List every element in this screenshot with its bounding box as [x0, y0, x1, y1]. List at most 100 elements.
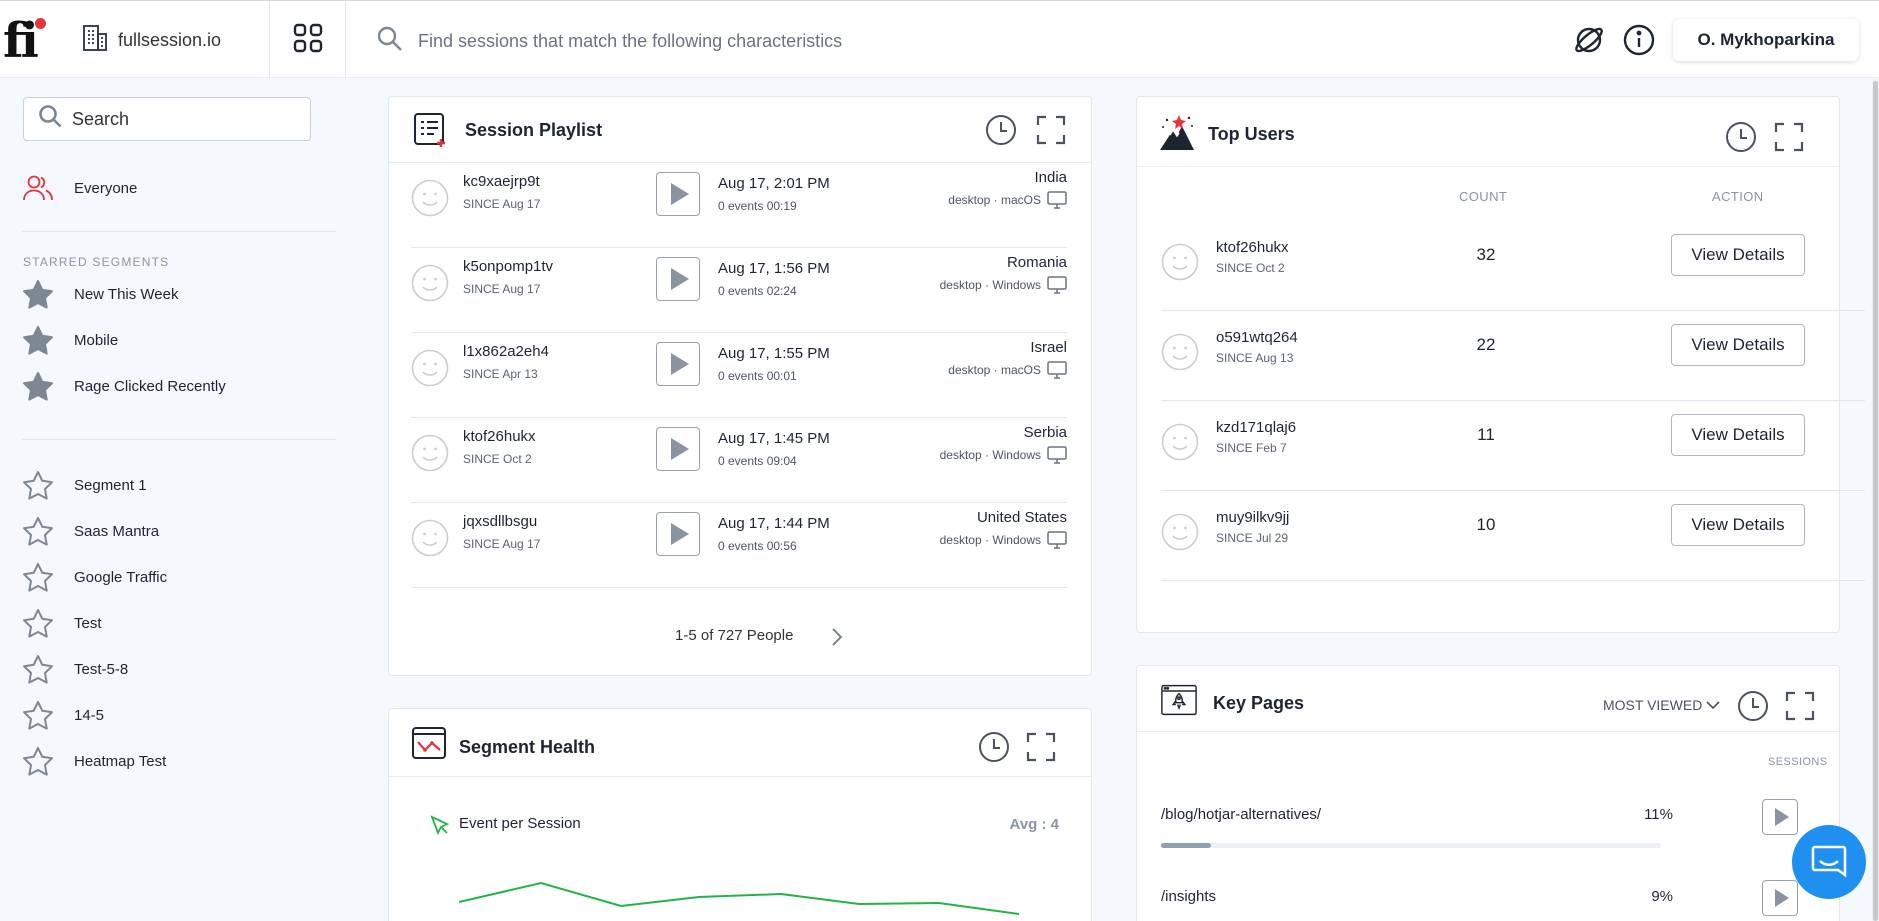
top-user-row: kzd171qlaj6 SINCE Feb 7 11 View Details [1161, 401, 1865, 491]
session-row[interactable]: kc9xaejrp9t SINCE Aug 17 Aug 17, 2:01 PM… [411, 163, 1067, 248]
sidebar-item-mobile[interactable]: Mobile [22, 325, 118, 355]
sidebar-item-everyone[interactable]: Everyone [22, 173, 137, 203]
clock-icon[interactable] [983, 112, 1019, 148]
play-button[interactable] [1762, 880, 1798, 916]
column-header-action: ACTION [1712, 189, 1764, 204]
top-user-since: SINCE Jul 29 [1216, 531, 1289, 545]
key-page-path[interactable]: /blog/hotjar-alternatives/ [1161, 806, 1321, 823]
sidebar-item-label: Everyone [74, 179, 138, 197]
monitor-icon [1047, 446, 1067, 464]
sidebar-item-test[interactable]: Test [22, 608, 102, 638]
session-user-id[interactable]: ktof26hukx [463, 428, 536, 445]
star-filled-icon [22, 371, 54, 401]
session-playlist-card: Session Playlist kc9xaejrp9t SINCE Aug 1… [388, 96, 1092, 676]
session-country: United States [976, 509, 1067, 526]
sidebar-item-14-5[interactable]: 14-5 [22, 700, 104, 730]
view-details-button[interactable]: View Details [1671, 234, 1805, 276]
session-country: Israel [1030, 339, 1067, 356]
sidebar: Everyone STARRED SEGMENTS New This Week … [0, 79, 360, 921]
fullscreen-icon[interactable] [1771, 119, 1807, 155]
sidebar-item-segment-1[interactable]: Segment 1 [22, 470, 147, 500]
top-user-id[interactable]: kzd171qlaj6 [1216, 419, 1296, 436]
chat-icon [1811, 845, 1847, 878]
play-button[interactable] [656, 342, 700, 386]
view-details-button[interactable]: View Details [1671, 414, 1805, 456]
sidebar-item-label: Rage Clicked Recently [74, 377, 226, 395]
chevron-right-icon[interactable] [825, 625, 849, 649]
session-user-id[interactable]: l1x862a2eh4 [463, 343, 549, 360]
event-per-session-chart [459, 881, 1019, 915]
fullscreen-icon[interactable] [1023, 729, 1059, 765]
health-chart-icon [411, 725, 447, 761]
session-events: 0 events 00:19 [718, 199, 797, 213]
session-country: Serbia [1023, 424, 1067, 441]
sidebar-item-saas-mantra[interactable]: Saas Mantra [22, 516, 159, 546]
page-scrollbar[interactable] [1872, 79, 1879, 921]
user-menu-button[interactable]: O. Mykhoparkina [1673, 19, 1859, 61]
view-details-button[interactable]: View Details [1671, 324, 1805, 366]
sidebar-item-google-traffic[interactable]: Google Traffic [22, 562, 167, 592]
top-user-row: o591wtq264 SINCE Aug 13 22 View Details [1161, 311, 1865, 401]
card-title: Session Playlist [465, 120, 603, 140]
top-user-id[interactable]: o591wtq264 [1216, 329, 1298, 346]
app-logo[interactable]: fi [3, 17, 46, 65]
sidebar-item-new-this-week[interactable]: New This Week [22, 279, 178, 309]
play-icon [671, 183, 689, 205]
global-search-input[interactable] [418, 30, 1118, 52]
fullscreen-icon[interactable] [1782, 688, 1818, 724]
scrollbar-thumb[interactable] [1873, 81, 1878, 921]
rocket-window-icon [1161, 682, 1197, 718]
clock-icon[interactable] [1723, 119, 1759, 155]
card-header: Segment Health [389, 709, 1091, 777]
session-row[interactable]: ktof26hukx SINCE Oct 2 Aug 17, 1:45 PM 0… [411, 418, 1067, 503]
play-icon [1774, 808, 1789, 826]
play-button[interactable] [656, 427, 700, 471]
play-button[interactable] [656, 172, 700, 216]
play-icon [1774, 889, 1789, 907]
star-outline-icon [22, 700, 54, 730]
top-user-id[interactable]: ktof26hukx [1216, 239, 1289, 256]
session-user-id[interactable]: jqxsdllbsgu [463, 513, 537, 530]
key-page-path[interactable]: /insights [1161, 888, 1216, 905]
clock-icon[interactable] [976, 729, 1012, 765]
sidebar-item-test-5-8[interactable]: Test-5-8 [22, 654, 128, 684]
sidebar-search-input[interactable] [72, 108, 292, 130]
session-row[interactable]: jqxsdllbsgu SINCE Aug 17 Aug 17, 1:44 PM… [411, 503, 1067, 588]
top-users-card: Top Users COUNT ACTION ktof26hukx SINCE … [1136, 96, 1865, 633]
planet-icon[interactable] [1572, 23, 1606, 57]
playlist-icon [413, 112, 449, 148]
top-user-since: SINCE Feb 7 [1216, 441, 1287, 455]
search-icon [38, 104, 64, 135]
monitor-icon [1047, 361, 1067, 379]
session-user-id[interactable]: k5onpomp1tv [463, 258, 553, 275]
sort-dropdown[interactable]: MOST VIEWED [1603, 697, 1720, 713]
sidebar-item-heatmap-test[interactable]: Heatmap Test [22, 746, 166, 776]
play-button[interactable] [656, 512, 700, 556]
play-button[interactable] [1762, 799, 1798, 835]
session-row[interactable]: k5onpomp1tv SINCE Aug 17 Aug 17, 1:56 PM… [411, 248, 1067, 333]
session-user-id[interactable]: kc9xaejrp9t [463, 173, 540, 190]
session-since: SINCE Aug 17 [463, 282, 541, 296]
info-icon[interactable] [1622, 23, 1656, 57]
sidebar-item-rage-clicked[interactable]: Rage Clicked Recently [22, 371, 226, 401]
top-user-count: 10 [1476, 515, 1496, 534]
monitor-icon [1047, 531, 1067, 549]
card-title: Key Pages [1213, 693, 1305, 713]
site-selector[interactable]: fullsession.io [76, 1, 270, 79]
top-user-id[interactable]: muy9ilkv9jj [1216, 509, 1289, 526]
card-header: Top Users [1137, 97, 1839, 167]
fullscreen-icon[interactable] [1033, 112, 1069, 148]
top-user-since: SINCE Aug 13 [1216, 351, 1294, 365]
apps-grid-button[interactable] [270, 1, 346, 79]
site-name: fullsession.io [118, 29, 222, 50]
play-button[interactable] [656, 257, 700, 301]
clock-icon[interactable] [1735, 688, 1771, 724]
play-icon [671, 523, 689, 545]
sort-label: MOST VIEWED [1603, 697, 1703, 713]
user-name: O. Mykhoparkina [1697, 30, 1835, 49]
session-row[interactable]: l1x862a2eh4 SINCE Apr 13 Aug 17, 1:55 PM… [411, 333, 1067, 418]
session-since: SINCE Apr 13 [463, 367, 538, 381]
column-header-sessions: SESSIONS [1768, 756, 1828, 768]
view-details-button[interactable]: View Details [1671, 504, 1805, 546]
chat-launcher-button[interactable] [1792, 825, 1866, 899]
